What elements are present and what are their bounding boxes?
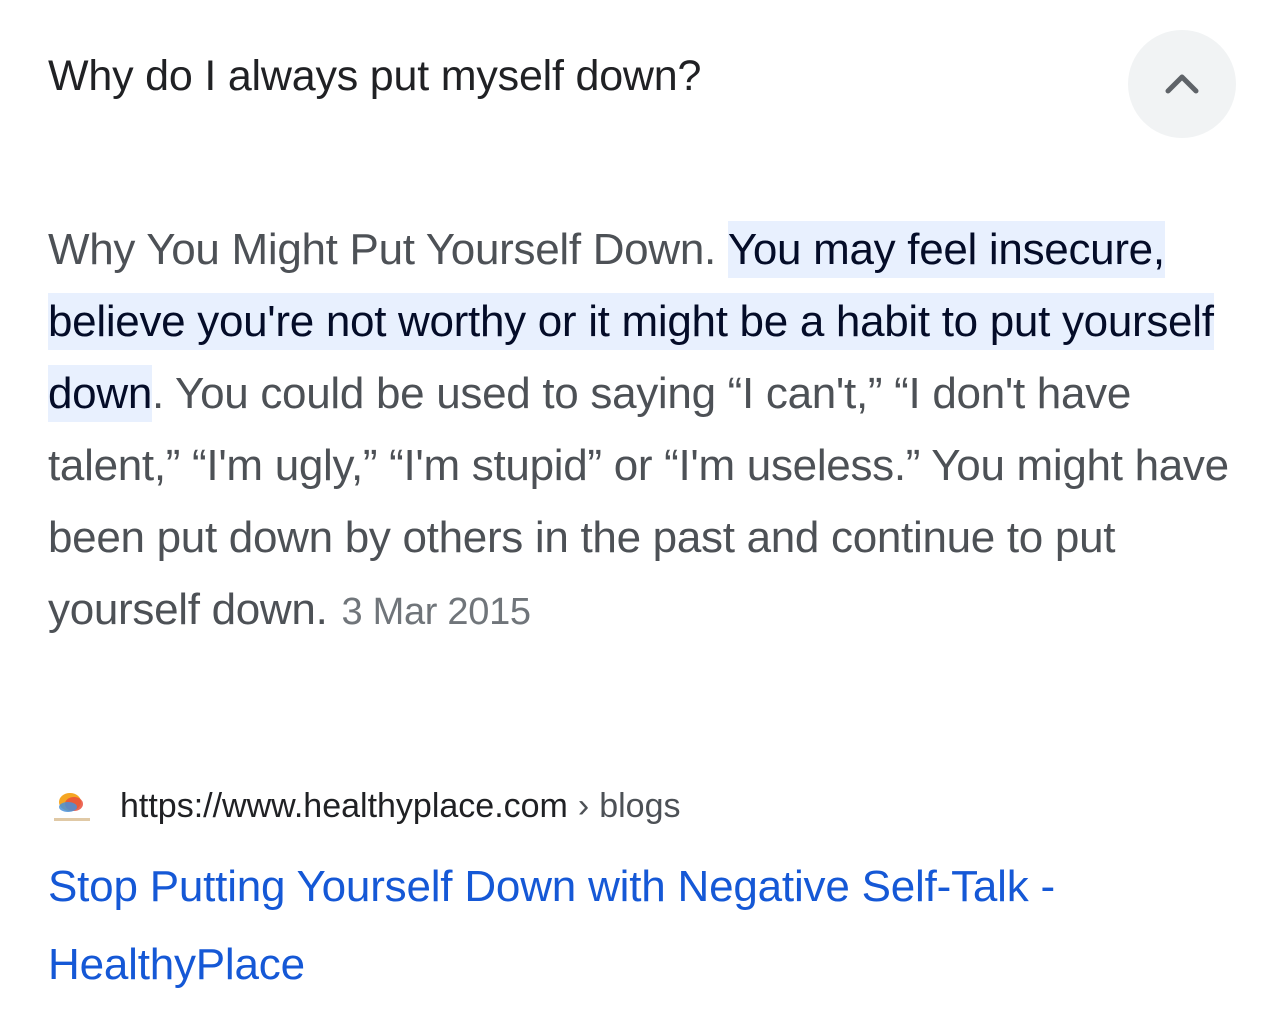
- source-url[interactable]: https://www.healthyplace.com › blogs: [120, 787, 681, 826]
- answer-date: 3 Mar 2015: [341, 591, 532, 633]
- chevron-up-icon: [1165, 74, 1199, 94]
- result-title-link[interactable]: Stop Putting Yourself Down with Negative…: [48, 848, 1238, 1004]
- source-domain: https://www.healthyplace.com: [120, 786, 568, 825]
- breadcrumb-separator: ›: [577, 786, 590, 825]
- question-text: Why do I always put myself down?: [48, 52, 702, 100]
- source-breadcrumb: blogs: [599, 786, 681, 825]
- collapse-button[interactable]: [1128, 30, 1236, 138]
- source-row[interactable]: https://www.healthyplace.com › blogs: [48, 778, 681, 834]
- answer-rest: . You could be used to saying “I can't,”…: [48, 369, 1229, 634]
- answer-lead: Why You Might Put Yourself Down.: [48, 225, 728, 274]
- healthyplace-favicon-icon: [48, 782, 96, 830]
- answer-snippet: Why You Might Put Yourself Down. You may…: [48, 214, 1238, 648]
- question-header[interactable]: Why do I always put myself down?: [0, 0, 1284, 170]
